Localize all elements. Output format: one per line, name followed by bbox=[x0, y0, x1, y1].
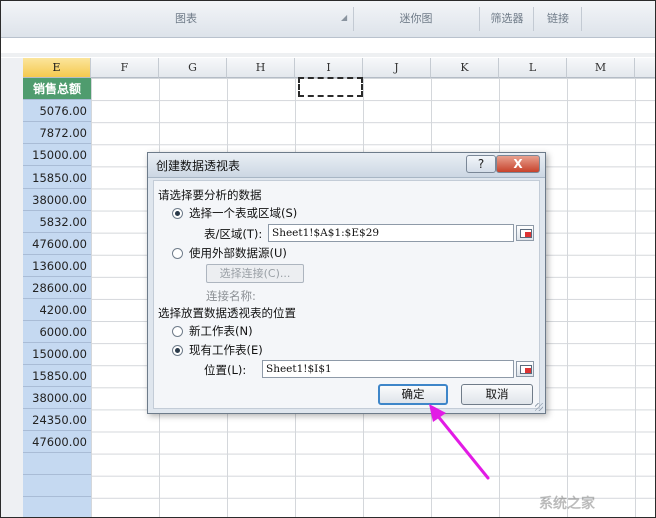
annotation-arrow-icon bbox=[429, 404, 490, 480]
watermark-logo: 系统之家 bbox=[539, 496, 595, 512]
screenshot-frame: 图表 ◢ 迷你图 筛选器 链接 E F G H I J K L M 销售总额 5… bbox=[0, 0, 656, 518]
arrow-shaft bbox=[435, 413, 490, 480]
arrow-head bbox=[429, 404, 446, 422]
